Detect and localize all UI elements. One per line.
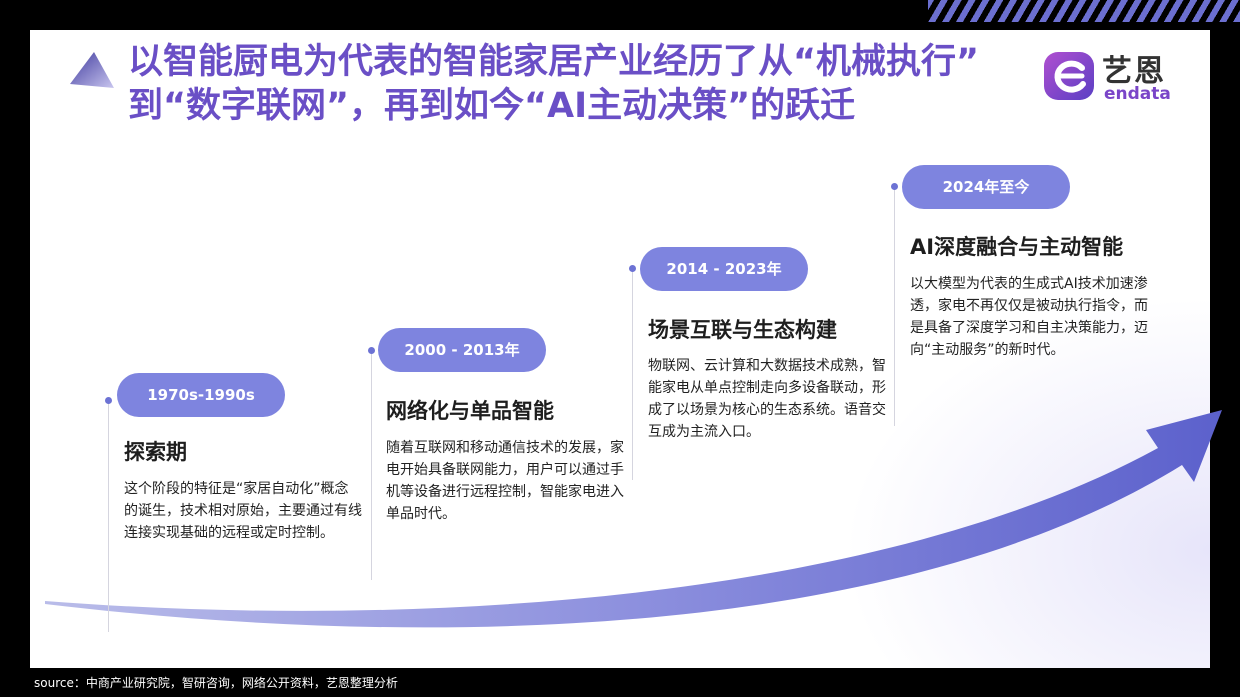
stage-1-period-badge: 1970s-1990s: [117, 373, 285, 417]
stage-3-title: 场景互联与生态构建: [648, 318, 837, 342]
stage-3-marker: [629, 265, 636, 272]
stage-4-description: 以大模型为代表的生成式AI技术加速渗透，家电不再仅仅是被动执行指令，而是具备了深…: [910, 276, 1148, 358]
stage-2-description: 随着互联网和移动通信技术的发展，家电开始具备联网能力，用户可以通过手机等设备进行…: [386, 440, 624, 522]
stage-2-title: 网络化与单品智能: [386, 399, 554, 423]
stage-4-period-badge: 2024年至今: [902, 165, 1070, 209]
stage-2-guide-line: [371, 350, 372, 580]
stage-3-period-badge: 2014 - 2023年: [640, 247, 808, 291]
source-note: source：中商产业研究院，智研咨询，网络公开资料，艺恩整理分析: [34, 676, 398, 690]
stage-3-description: 物联网、云计算和大数据技术成熟，智能家电从单点控制走向多设备联动，形成了以场景为…: [648, 358, 886, 440]
stage-1-description: 这个阶段的特征是“家居自动化”概念的诞生，技术相对原始，主要通过有线连接实现基础…: [124, 481, 362, 541]
stage-4-marker: [891, 183, 898, 190]
stage-1-guide-line: [108, 400, 109, 632]
stage-3-guide-line: [632, 268, 633, 480]
stage-4-title: AI深度融合与主动智能: [910, 235, 1124, 259]
stage-2-marker: [368, 347, 375, 354]
stage-1-marker: [105, 397, 112, 404]
stage-2-period-badge: 2000 - 2013年: [378, 328, 546, 372]
stage-1-title: 探索期: [124, 440, 187, 464]
stage-4-guide-line: [894, 186, 895, 426]
